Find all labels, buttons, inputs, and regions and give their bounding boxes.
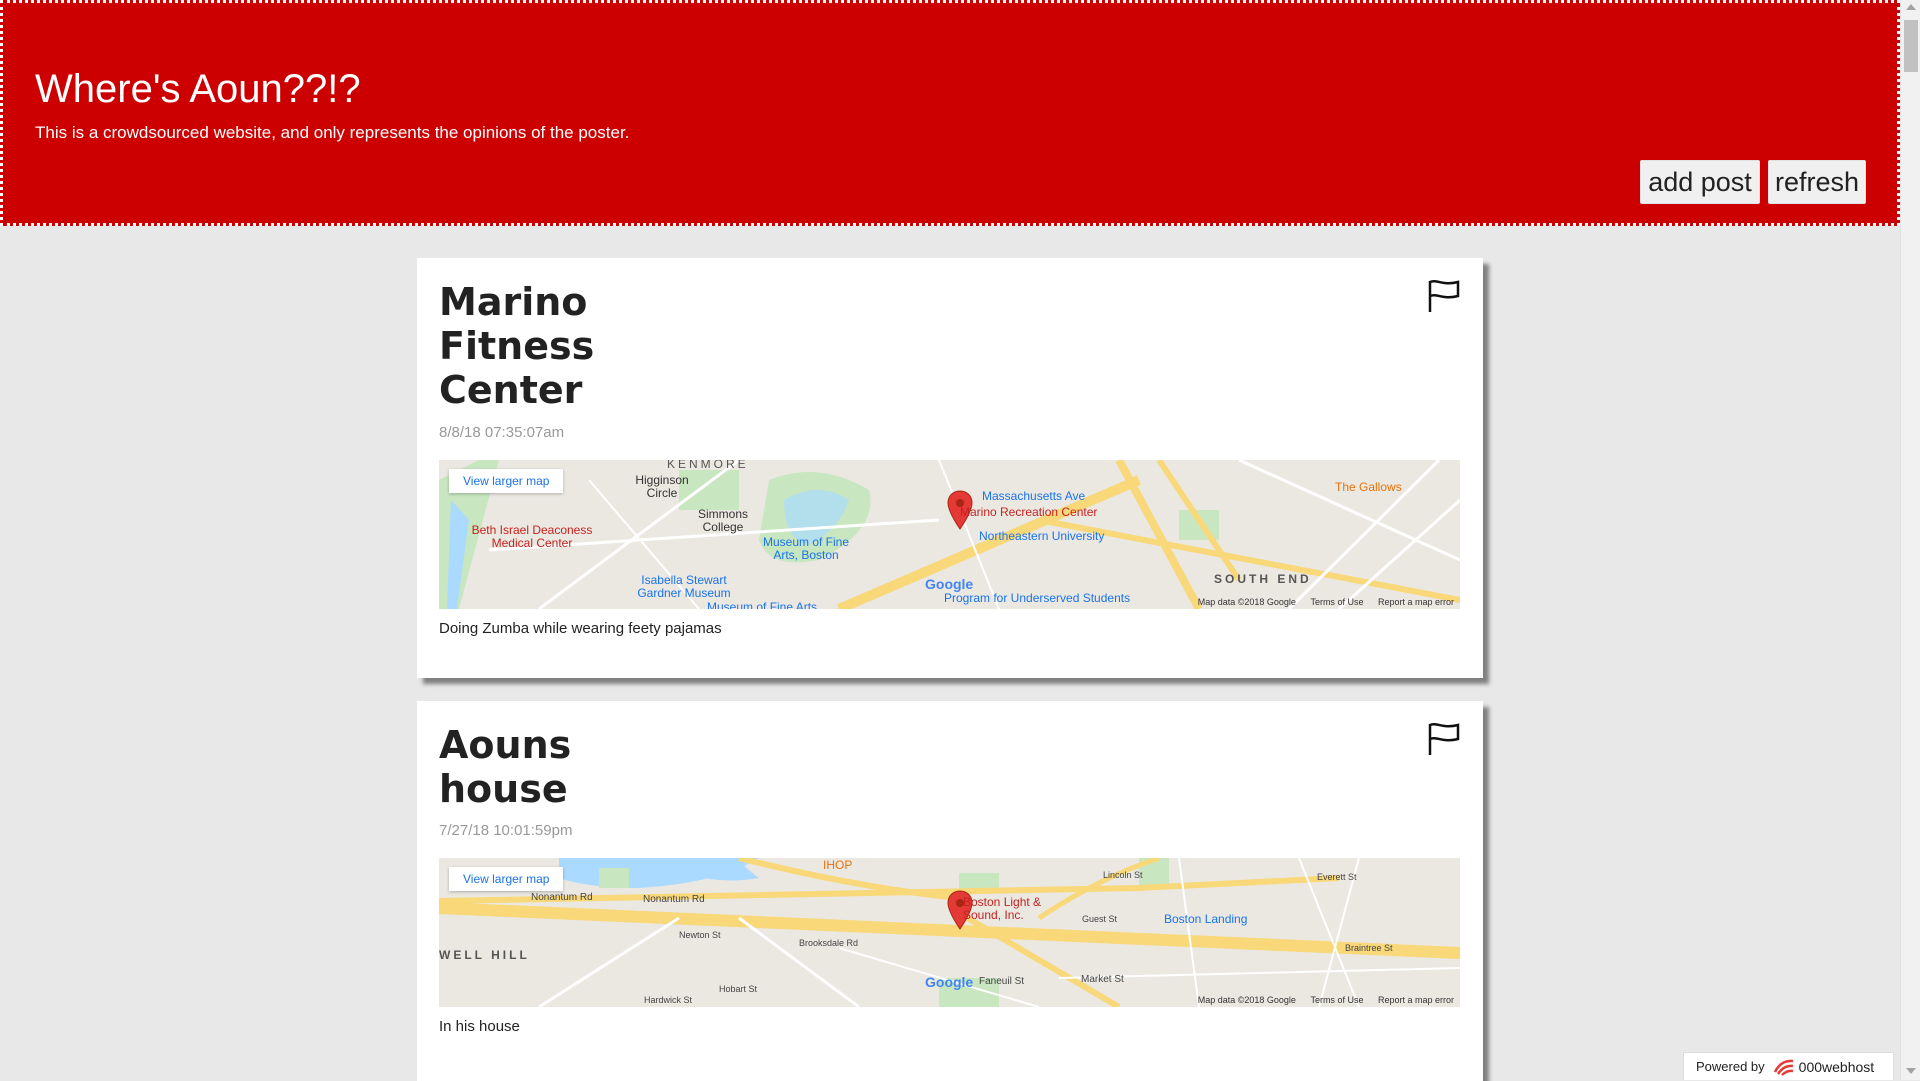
map-street-label: Hardwick St — [644, 995, 693, 1005]
post-timestamp: 8/8/18 07:35:07am — [439, 424, 565, 441]
scroll-up-arrow-icon[interactable] — [1906, 4, 1916, 10]
map-place-label: Program for Underserved Students — [944, 591, 1131, 605]
map-street-label: Guest St — [1082, 914, 1118, 924]
powered-by-label: Powered by — [1696, 1059, 1765, 1074]
post-title: Marino Fitness Center — [439, 280, 595, 412]
google-logo: Google — [925, 576, 973, 592]
page: Where's Aoun??!? This is a crowdsourced … — [0, 0, 1900, 1081]
map-place-label: Simmons College — [697, 507, 748, 534]
post-title: Aouns house — [439, 723, 572, 811]
map-street-label: Braintree St — [1345, 943, 1393, 953]
map-place-label: WELL HILL — [439, 948, 530, 962]
flag-icon[interactable] — [1427, 278, 1461, 314]
map-street-label: Market St — [1081, 974, 1124, 985]
google-logo-text: Google — [925, 974, 974, 990]
map-place-label: Museum of Fine Arts — [707, 600, 818, 609]
site-title: Where's Aoun??!? — [35, 67, 361, 111]
terms-link[interactable]: Terms of Use — [1310, 597, 1363, 607]
report-map-error-link[interactable]: Report a map error — [1378, 597, 1454, 607]
map-data-credit: Map data ©2018 Google — [1197, 995, 1296, 1005]
map-place-label: Massachusetts Ave — [982, 489, 1086, 503]
view-larger-map-link[interactable]: View larger map — [449, 867, 564, 891]
post-timestamp: 7/27/18 10:01:59pm — [439, 822, 573, 839]
powered-by-brand: 000webhost — [1798, 1058, 1875, 1075]
map-place-label: Northeastern University — [979, 529, 1105, 543]
map-street-label: Newton St — [679, 930, 721, 940]
map-place-label: Beth Israel Deaconess Medical Center — [471, 523, 593, 550]
view-larger-map-link[interactable]: View larger map — [449, 469, 564, 493]
embedded-map[interactable]: View larger map KENMORE Higginson Circle… — [439, 460, 1460, 609]
webhost-logo-icon — [1773, 1059, 1793, 1076]
embedded-map[interactable]: View larger map IHOP Boston Landing WELL… — [439, 858, 1460, 1007]
post-card: Aouns house 7/27/18 10:01:59pm View larg… — [417, 701, 1483, 1081]
powered-by-badge[interactable]: Powered by 000webhost — [1683, 1052, 1894, 1080]
post-description: Doing Zumba while wearing feety pajamas — [439, 620, 722, 637]
flag-icon[interactable] — [1427, 721, 1461, 757]
map-street-label: Lincoln St — [1103, 870, 1143, 880]
scroll-down-arrow-icon[interactable] — [1906, 1068, 1916, 1074]
map-street-label: Faneuil St — [979, 976, 1025, 987]
map-place-label: KENMORE — [667, 460, 749, 471]
map-footer: Map data ©2018 Google Terms of Use Repor… — [1186, 597, 1454, 607]
map-place-label: Isabella Stewart Gardner Museum — [637, 573, 731, 600]
map-place-label: Boston Landing — [1164, 912, 1248, 926]
map-marker-label: Marino Recreation Center — [960, 505, 1098, 519]
map-data-credit: Map data ©2018 Google — [1197, 597, 1296, 607]
site-subtitle: This is a crowdsourced website, and only… — [35, 123, 630, 142]
google-logo: Google — [925, 974, 973, 990]
add-post-button[interactable]: add post — [1640, 160, 1760, 204]
map-street-label: Nonantum Rd — [531, 892, 593, 903]
map-place-label: Museum of Fine Arts, Boston — [762, 535, 850, 562]
terms-link[interactable]: Terms of Use — [1310, 995, 1363, 1005]
scrollbar-thumb[interactable] — [1904, 20, 1918, 72]
map-street-label: Everett St — [1317, 872, 1357, 882]
map-street-label: Brooksdale Rd — [799, 938, 859, 948]
map-place-label: SOUTH END — [1214, 572, 1312, 586]
map-place-label: Higginson Circle — [635, 473, 689, 500]
vertical-scrollbar[interactable] — [1900, 0, 1920, 1080]
map-street-label: Nonantum Rd — [643, 894, 705, 905]
map-marker-label: Boston Light & Sound, Inc. — [963, 895, 1042, 922]
map-street-label: Hobart St — [719, 984, 758, 994]
google-logo-text: Google — [925, 576, 974, 592]
map-place-label: The Gallows — [1335, 480, 1402, 494]
refresh-button[interactable]: refresh — [1768, 160, 1866, 204]
post-description: In his house — [439, 1018, 520, 1035]
site-header: Where's Aoun??!? This is a crowdsourced … — [0, 0, 1900, 226]
map-footer: Map data ©2018 Google Terms of Use Repor… — [1186, 995, 1454, 1005]
post-card: Marino Fitness Center 8/8/18 07:35:07am — [417, 258, 1483, 678]
map-place-label: IHOP — [823, 858, 853, 872]
report-map-error-link[interactable]: Report a map error — [1378, 995, 1454, 1005]
